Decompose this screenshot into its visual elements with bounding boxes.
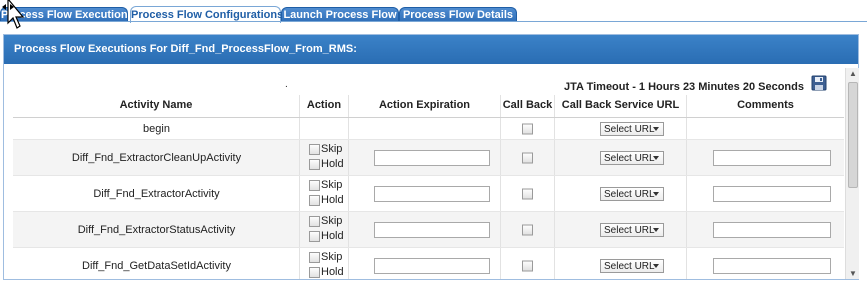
- activity-name: Diff_Fnd_ExtractorStatusActivity: [77, 223, 236, 236]
- hold-option[interactable]: Hold: [309, 194, 344, 206]
- scroll-up-icon[interactable]: ▲: [849, 69, 857, 78]
- header-action: Action: [300, 95, 349, 117]
- comments-input[interactable]: [713, 185, 831, 202]
- hold-checkbox[interactable]: [309, 230, 320, 242]
- panel-title: Process Flow Executions For Diff_Fnd_Pro…: [14, 43, 357, 55]
- callback-checkbox[interactable]: [522, 188, 533, 199]
- comments-input[interactable]: [713, 221, 831, 238]
- action-expiration-input[interactable]: [374, 185, 490, 202]
- move-cursor-icon: [2, 0, 24, 29]
- table-row: Diff_Fnd_ExtractorActivity Skip Hold Sel…: [13, 176, 844, 212]
- header-action-expiration: Action Expiration: [349, 95, 501, 117]
- activity-name: Diff_Fnd_GetDataSetIdActivity: [82, 259, 231, 272]
- action-expiration-input[interactable]: [374, 257, 490, 274]
- skip-checkbox[interactable]: [309, 179, 320, 191]
- callback-url-select[interactable]: Select URL: [600, 186, 664, 201]
- table-header-row: Activity Name Action Action Expiration C…: [13, 95, 844, 118]
- activity-name: begin: [143, 122, 170, 135]
- save-icon[interactable]: [811, 75, 827, 91]
- table-row: begin Select URL: [13, 118, 844, 140]
- skip-option[interactable]: Skip: [309, 251, 342, 263]
- table-row: Diff_Fnd_GetDataSetIdActivity Skip Hold …: [13, 248, 844, 279]
- chevron-down-icon: [653, 126, 659, 131]
- header-call-back: Call Back: [501, 95, 555, 117]
- callback-url-select[interactable]: Select URL: [600, 150, 664, 165]
- tab-underline: [0, 21, 867, 22]
- hold-option[interactable]: Hold: [309, 230, 344, 242]
- chevron-down-icon: [653, 155, 659, 160]
- skip-option[interactable]: Skip: [309, 179, 342, 191]
- callback-url-select[interactable]: Select URL: [600, 222, 664, 237]
- skip-checkbox[interactable]: [309, 251, 320, 263]
- hold-checkbox[interactable]: [309, 158, 320, 170]
- jta-timeout: JTA Timeout - 1 Hours 23 Minutes 20 Seco…: [563, 81, 804, 93]
- hold-checkbox[interactable]: [309, 266, 320, 278]
- action-expiration-input[interactable]: [374, 149, 490, 166]
- chevron-down-icon: [653, 263, 659, 268]
- activity-table: Activity Name Action Action Expiration C…: [13, 95, 844, 279]
- callback-url-select[interactable]: Select URL: [600, 258, 664, 273]
- skip-option[interactable]: Skip: [309, 143, 342, 155]
- callback-checkbox[interactable]: [522, 224, 533, 235]
- hold-option[interactable]: Hold: [309, 266, 344, 278]
- callback-url-select[interactable]: Select URL: [600, 121, 664, 136]
- hold-option[interactable]: Hold: [309, 158, 344, 170]
- tab-process-flow-details[interactable]: Process Flow Details: [399, 7, 517, 22]
- activity-name: Diff_Fnd_ExtractorActivity: [93, 187, 220, 200]
- scrollbar-thumb[interactable]: [848, 82, 858, 188]
- skip-option[interactable]: Skip: [309, 215, 342, 227]
- activity-name: Diff_Fnd_ExtractorCleanUpActivity: [71, 151, 242, 164]
- header-call-back-url: Call Back Service URL: [555, 95, 687, 117]
- header-comments: Comments: [737, 99, 794, 111]
- vertical-scrollbar[interactable]: ▲ ▼: [845, 68, 859, 279]
- comments-input[interactable]: [713, 149, 831, 166]
- header-activity-name: Activity Name: [13, 95, 300, 117]
- executions-panel: Process Flow Executions For Diff_Fnd_Pro…: [3, 34, 859, 280]
- table-row: Diff_Fnd_ExtractorCleanUpActivity Skip H…: [13, 140, 844, 176]
- table-row: Diff_Fnd_ExtractorStatusActivity Skip Ho…: [13, 212, 844, 248]
- status-dot: .: [285, 79, 288, 90]
- action-expiration-input[interactable]: [374, 221, 490, 238]
- callback-checkbox[interactable]: [522, 152, 533, 163]
- skip-checkbox[interactable]: [309, 215, 320, 227]
- callback-checkbox[interactable]: [522, 260, 533, 271]
- tab-launch-process-flow[interactable]: Launch Process Flow: [281, 7, 399, 22]
- chevron-down-icon: [653, 227, 659, 232]
- hold-checkbox[interactable]: [309, 194, 320, 206]
- skip-checkbox[interactable]: [309, 143, 320, 155]
- comments-input[interactable]: [713, 257, 831, 274]
- callback-checkbox[interactable]: [522, 123, 533, 134]
- tab-bar: Process Flow Executions Process Flow Con…: [0, 0, 867, 23]
- scroll-down-icon[interactable]: ▼: [849, 269, 857, 278]
- panel-header: Process Flow Executions For Diff_Fnd_Pro…: [4, 35, 858, 64]
- chevron-down-icon: [653, 191, 659, 196]
